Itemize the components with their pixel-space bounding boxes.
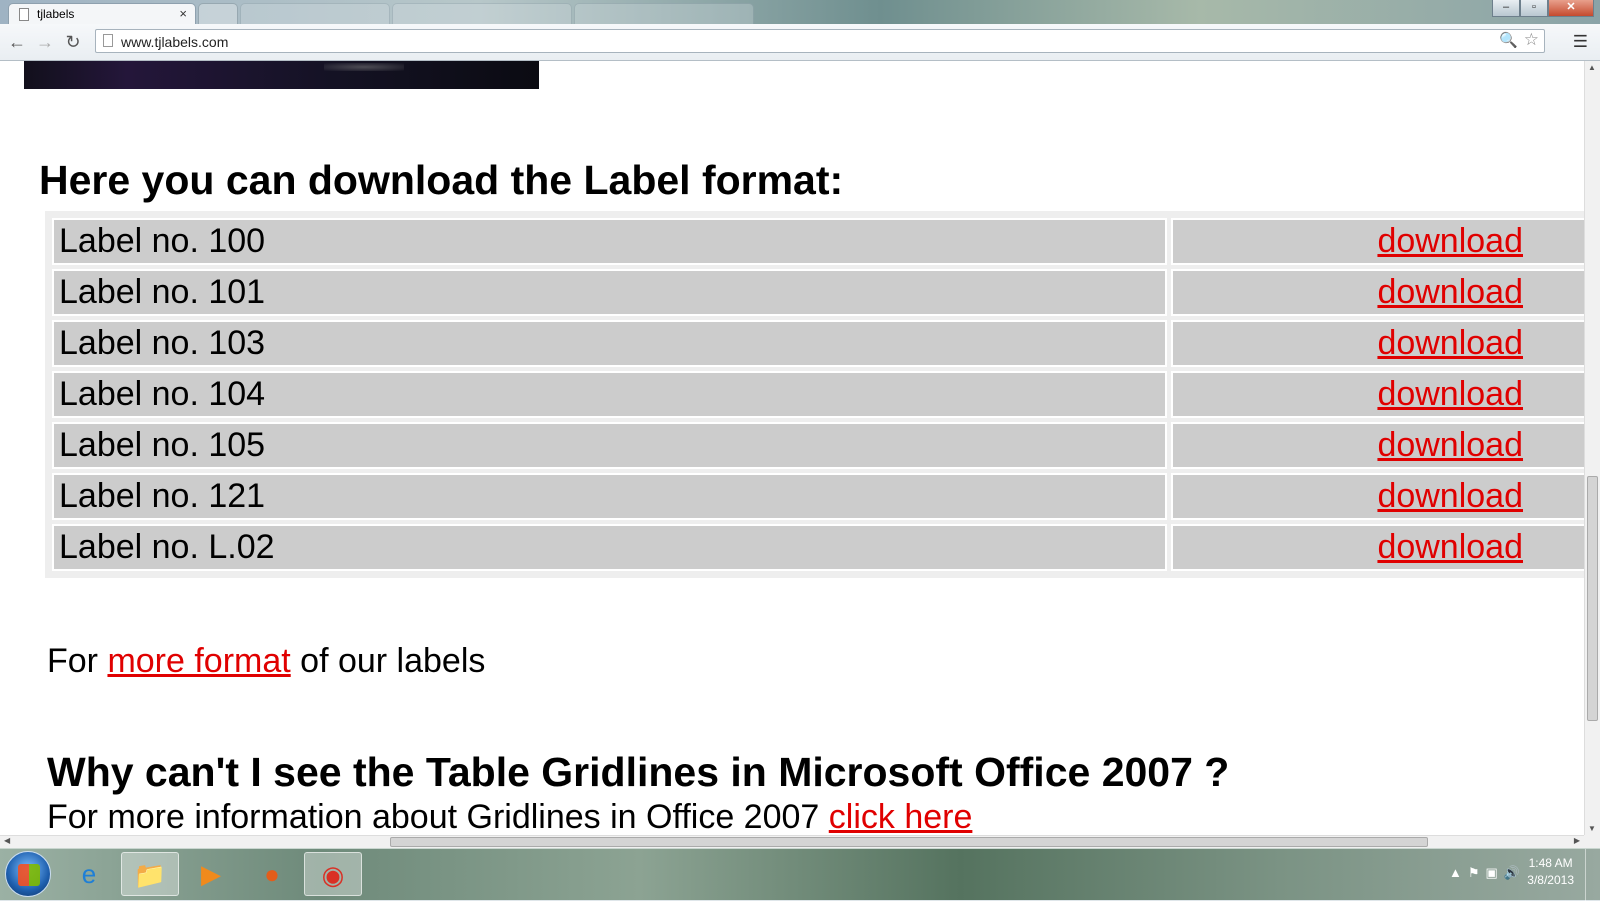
tab-background-2[interactable] xyxy=(392,3,572,25)
label-name: Label no. 104 xyxy=(52,371,1167,418)
table-row: Label no. 121 download xyxy=(52,473,1584,520)
vertical-scrollbar[interactable]: ▲ ▼ xyxy=(1584,61,1600,835)
internet-explorer-icon[interactable]: e xyxy=(60,852,118,896)
zoom-icon[interactable]: 🔍 xyxy=(1499,31,1518,49)
gridlines-info-prefix: For more information about Gridlines in … xyxy=(47,798,829,835)
network-icon[interactable]: ▣ xyxy=(1486,865,1504,880)
clock-date: 3/8/2013 xyxy=(1527,873,1574,887)
download-heading: Here you can download the Label format: xyxy=(39,157,844,203)
label-name: Label no. 121 xyxy=(52,473,1167,520)
show-hidden-icons-icon[interactable]: ▲ xyxy=(1449,865,1468,880)
address-bar[interactable]: www.tjlabels.com 🔍 ☆ xyxy=(95,29,1545,53)
download-link[interactable]: download xyxy=(1377,528,1523,566)
table-row: Label no. 105 download xyxy=(52,422,1584,469)
gridlines-info-line: For more information about Gridlines in … xyxy=(47,798,972,835)
bookmark-star-icon[interactable]: ☆ xyxy=(1524,30,1539,50)
reload-icon[interactable]: ↻ xyxy=(62,31,84,53)
tab-background-1[interactable] xyxy=(240,3,390,25)
label-name: Label no. 105 xyxy=(52,422,1167,469)
table-row: Label no. 101 download xyxy=(52,269,1584,316)
media-player-icon[interactable]: ▶ xyxy=(182,852,240,896)
url-text[interactable]: www.tjlabels.com xyxy=(121,34,228,50)
download-link[interactable]: download xyxy=(1377,222,1523,260)
firefox-icon[interactable]: ● xyxy=(243,852,301,896)
horizontal-scroll-thumb[interactable] xyxy=(390,837,1428,847)
download-link[interactable]: download xyxy=(1377,375,1523,413)
chrome-icon[interactable]: ◉ xyxy=(304,852,362,896)
page-content: Here you can download the Label format: … xyxy=(0,61,1584,835)
tab-title: tjlabels xyxy=(37,7,75,21)
show-desktop-button[interactable] xyxy=(1585,849,1600,901)
scroll-right-icon[interactable]: ▶ xyxy=(1574,836,1580,845)
clock[interactable]: 1:48 AM 3/8/2013 xyxy=(1527,855,1574,889)
download-link[interactable]: download xyxy=(1377,426,1523,464)
browser-toolbar: ← → ↻ www.tjlabels.com 🔍 ☆ ☰ xyxy=(0,24,1600,61)
minimize-button[interactable]: – xyxy=(1492,0,1520,17)
label-name: Label no. 101 xyxy=(52,269,1167,316)
download-link[interactable]: download xyxy=(1377,324,1523,362)
table-row: Label no. L.02 download xyxy=(52,524,1584,571)
windows-taskbar: e 📁 ▶ ● ◉ ▲⚑▣🔊 1:48 AM 3/8/2013 xyxy=(0,848,1600,901)
system-tray[interactable]: ▲⚑▣🔊 xyxy=(1449,865,1526,881)
maximize-button[interactable]: ▫ xyxy=(1520,0,1548,17)
more-format-suffix: of our labels xyxy=(290,642,486,680)
table-row: Label no. 100 download xyxy=(52,218,1584,265)
label-download-table: Label no. 100 download Label no. 101 dow… xyxy=(45,211,1584,578)
action-center-flag-icon[interactable]: ⚑ xyxy=(1468,865,1486,880)
scroll-down-icon[interactable]: ▼ xyxy=(1588,824,1596,833)
more-format-link[interactable]: more format xyxy=(107,642,290,680)
window-controls: – ▫ ✕ xyxy=(1492,0,1594,18)
page-icon xyxy=(19,8,29,21)
label-name: Label no. 100 xyxy=(52,218,1167,265)
table-row: Label no. 104 download xyxy=(52,371,1584,418)
table-row: Label no. 103 download xyxy=(52,320,1584,367)
tab-tjlabels[interactable]: tjlabels × xyxy=(8,3,196,25)
header-banner-image xyxy=(24,61,539,89)
forward-arrow-icon[interactable]: → xyxy=(34,31,56,53)
scroll-up-icon[interactable]: ▲ xyxy=(1588,63,1596,72)
file-explorer-icon[interactable]: 📁 xyxy=(121,852,179,896)
windows-logo-icon xyxy=(18,864,40,886)
more-format-line: For more format of our labels xyxy=(47,642,485,681)
start-button[interactable] xyxy=(5,851,51,897)
download-link[interactable]: download xyxy=(1377,273,1523,311)
title-bar: tjlabels × – ▫ ✕ xyxy=(0,0,1600,25)
scrollbar-corner xyxy=(1584,835,1600,848)
more-format-prefix: For xyxy=(47,642,108,680)
clock-time: 1:48 AM xyxy=(1528,856,1573,870)
new-tab-button[interactable] xyxy=(198,3,238,25)
tab-close-icon[interactable]: × xyxy=(179,6,187,21)
menu-icon[interactable]: ☰ xyxy=(1573,32,1588,52)
back-arrow-icon[interactable]: ← xyxy=(6,31,28,53)
tab-background-3[interactable] xyxy=(574,3,754,25)
volume-icon[interactable]: 🔊 xyxy=(1504,865,1526,880)
gridlines-heading: Why can't I see the Table Gridlines in M… xyxy=(47,749,1230,795)
scroll-left-icon[interactable]: ◀ xyxy=(4,836,10,845)
click-here-link[interactable]: click here xyxy=(829,798,973,835)
close-window-button[interactable]: ✕ xyxy=(1548,0,1594,17)
page-icon xyxy=(103,34,113,47)
horizontal-scrollbar[interactable]: ◀ ▶ xyxy=(0,835,1584,848)
download-link[interactable]: download xyxy=(1377,477,1523,515)
label-name: Label no. 103 xyxy=(52,320,1167,367)
label-name: Label no. L.02 xyxy=(52,524,1167,571)
vertical-scroll-thumb[interactable] xyxy=(1587,476,1598,721)
